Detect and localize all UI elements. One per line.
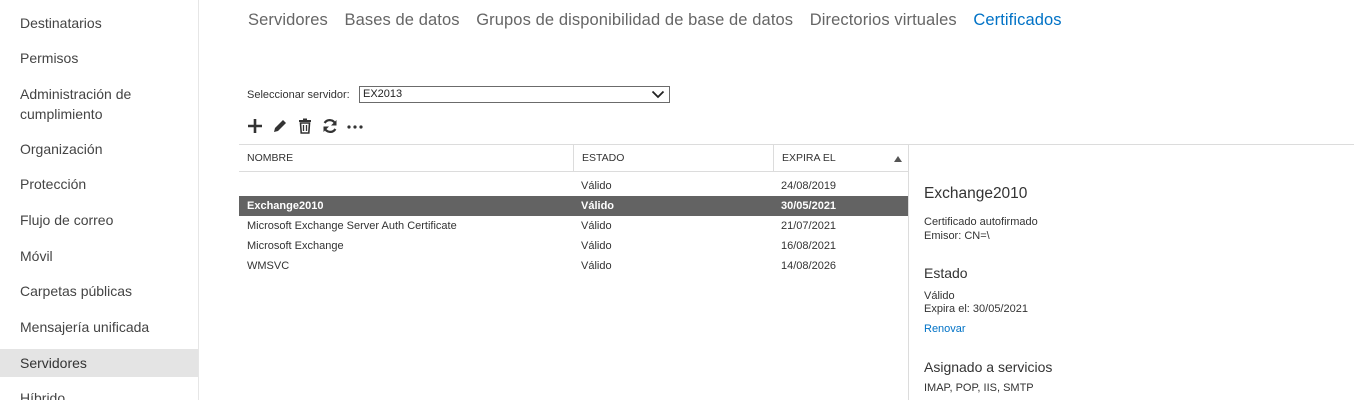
sidebar-item-hibrido[interactable]: Híbrido [0, 388, 198, 400]
details-services-heading: Asignado a servicios [924, 359, 1053, 375]
details-title: Exchange2010 [924, 185, 1028, 202]
chevron-down-icon [651, 90, 665, 99]
details-issuer: Emisor: CN=\ [924, 230, 990, 242]
sidebar-item-destinatarios[interactable]: Destinatarios [0, 13, 198, 33]
tab-servidores[interactable]: Servidores [248, 11, 328, 30]
table-row[interactable]: Microsoft Exchange Server Auth Certifica… [239, 216, 908, 236]
sort-ascending-icon [894, 156, 902, 162]
details-pane: Exchange2010 Certificado autofirmado Emi… [908, 144, 1354, 400]
cell-state: Válido [581, 180, 612, 192]
details-services-value: IMAP, POP, IIS, SMTP [924, 382, 1034, 394]
sidebar-item-proteccion[interactable]: Protección [0, 174, 198, 194]
cell-expires: 30/05/2021 [781, 200, 837, 212]
column-header-expira-el[interactable]: EXPIRA EL [773, 145, 908, 172]
column-header-expira-el-label: EXPIRA EL [782, 152, 836, 164]
cell-state: Válido [581, 260, 612, 272]
sidebar-item-mensajeria-unificada[interactable]: Mensajería unificada [0, 317, 198, 337]
delete-icon[interactable] [296, 117, 316, 137]
table-row-selected[interactable]: Exchange2010 Válido 30/05/2021 [239, 196, 908, 216]
details-type: Certificado autofirmado [924, 216, 1038, 228]
server-select-value: EX2013 [363, 88, 403, 100]
cell-expires: 21/07/2021 [781, 220, 837, 232]
cell-expires: 16/08/2021 [781, 240, 837, 252]
sidebar-item-administracion-cumplimiento[interactable]: Administración de cumplimiento [0, 84, 170, 124]
cell-name [247, 176, 567, 196]
tab-grupos-disponibilidad[interactable]: Grupos de disponibilidad de base de dato… [476, 11, 793, 30]
cell-name: Microsoft Exchange Server Auth Certifica… [247, 220, 457, 232]
column-header-nombre[interactable]: NOMBRE [239, 145, 573, 172]
server-select-label: Seleccionar servidor: [247, 89, 350, 101]
sidebar-item-permisos[interactable]: Permisos [0, 48, 198, 68]
sidebar-nav: Destinatarios Permisos Administración de… [0, 0, 199, 400]
add-icon[interactable] [246, 117, 266, 137]
tab-directorios-virtuales[interactable]: Directorios virtuales [810, 11, 957, 30]
sidebar-item-movil[interactable]: Móvil [0, 246, 198, 266]
tab-certificados[interactable]: Certificados [973, 11, 1061, 30]
edit-icon[interactable] [271, 117, 291, 137]
server-select-dropdown[interactable]: EX2013 [359, 86, 670, 103]
redaction-mask [416, 87, 502, 96]
details-status-heading: Estado [924, 265, 968, 281]
renew-link[interactable]: Renovar [924, 323, 966, 335]
cell-state: Válido [581, 200, 615, 212]
cell-name: WMSVC [247, 260, 290, 272]
sidebar-item-servidores[interactable]: Servidores [0, 349, 198, 377]
column-header-estado[interactable]: ESTADO [573, 145, 773, 172]
cell-expires: 14/08/2026 [781, 260, 837, 272]
sidebar-item-carpetas-publicas[interactable]: Carpetas públicas [0, 281, 198, 301]
cell-state: Válido [581, 240, 612, 252]
more-icon[interactable] [346, 117, 366, 137]
refresh-icon[interactable] [321, 117, 341, 137]
table-row[interactable]: WMSVC Válido 14/08/2026 [239, 256, 908, 276]
details-expires: Expira el: 30/05/2021 [924, 303, 1028, 315]
tab-bases-de-datos[interactable]: Bases de datos [344, 11, 459, 30]
cell-name: Exchange2010 [247, 200, 324, 212]
cell-name: Microsoft Exchange [247, 240, 344, 252]
certificate-list: NOMBRE ESTADO EXPIRA EL Válido 24/08/201… [239, 144, 908, 400]
details-status-value: Válido [924, 290, 955, 302]
list-header: NOMBRE ESTADO EXPIRA EL [239, 144, 908, 172]
table-row[interactable]: Válido 24/08/2019 [239, 176, 908, 196]
cell-state: Válido [581, 220, 612, 232]
table-row[interactable]: Microsoft Exchange Válido 16/08/2021 [239, 236, 908, 256]
sidebar-item-organizacion[interactable]: Organización [0, 139, 198, 159]
cell-expires: 24/08/2019 [781, 180, 837, 192]
sidebar-item-flujo-de-correo[interactable]: Flujo de correo [0, 210, 198, 230]
section-tabs: Servidores Bases de datos Grupos de disp… [248, 11, 1074, 33]
